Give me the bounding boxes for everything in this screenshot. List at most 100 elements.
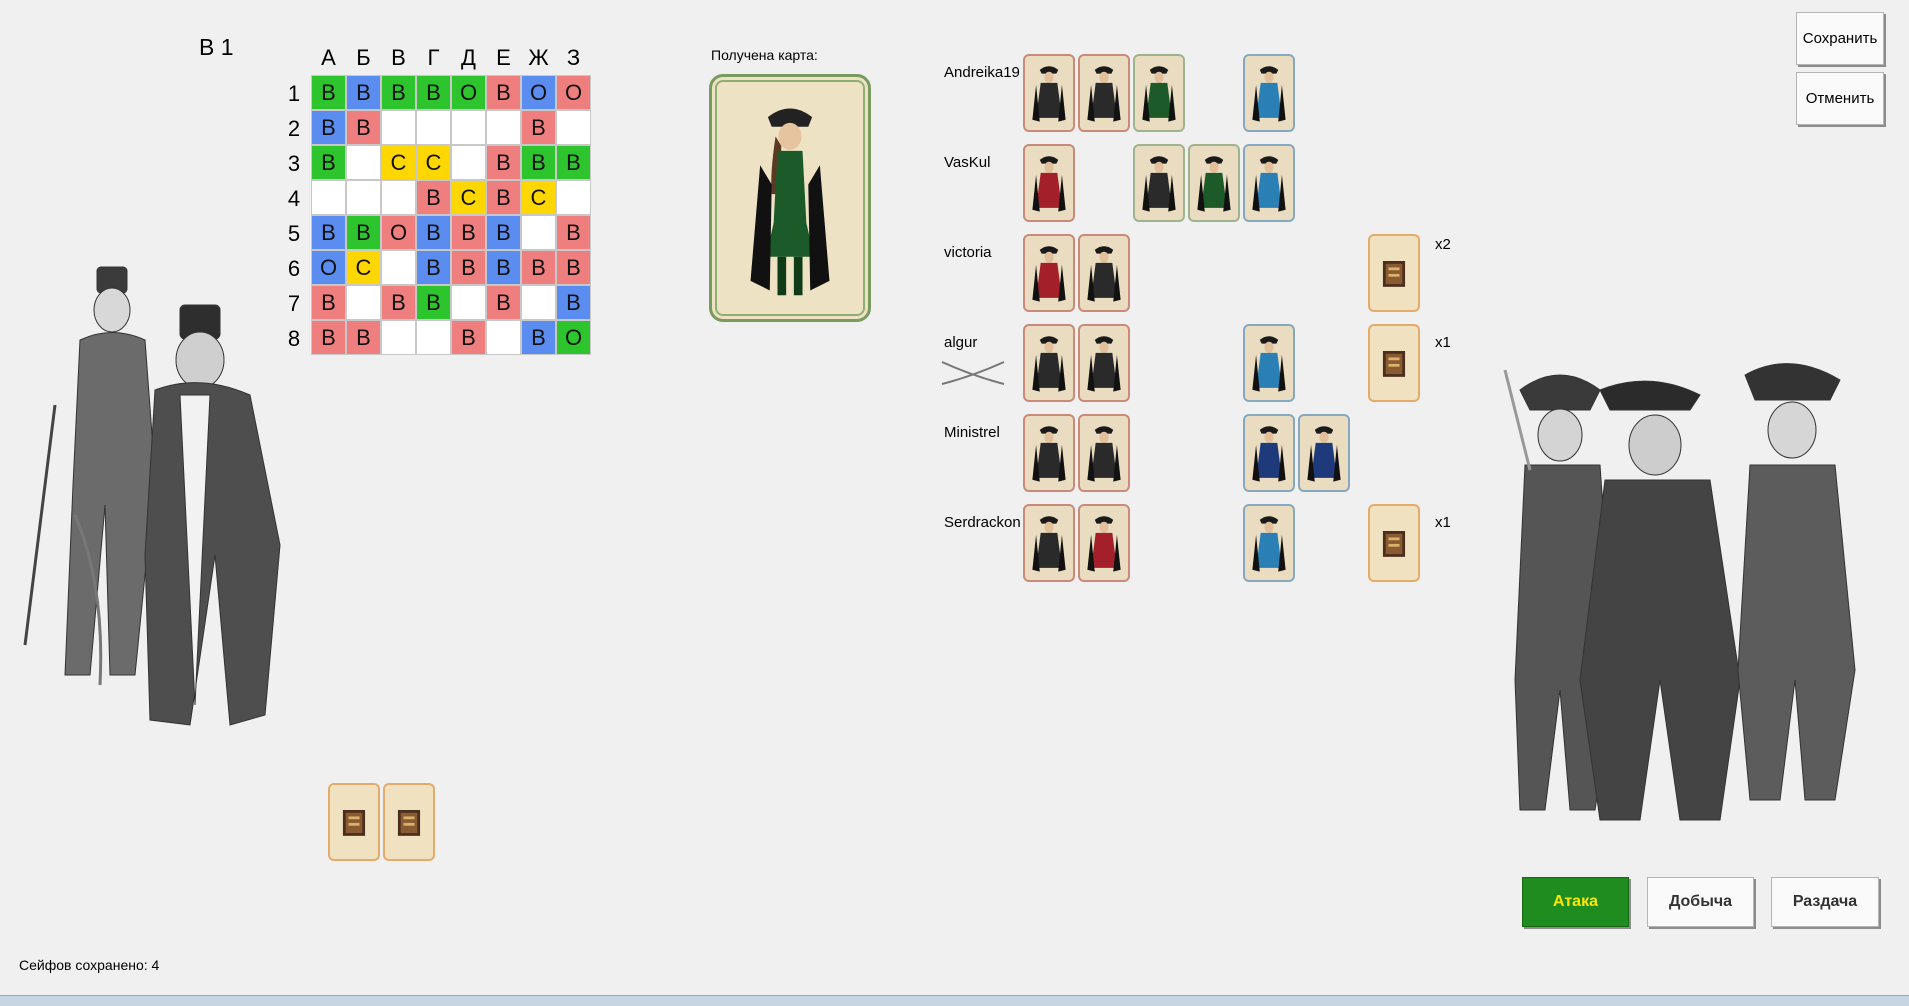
board-cell[interactable]: В: [311, 285, 346, 320]
board-cell[interactable]: [346, 180, 381, 215]
own-safe-card[interactable]: [328, 783, 380, 861]
board-cell[interactable]: С: [346, 250, 381, 285]
player-card[interactable]: [1243, 324, 1295, 402]
board-cell[interactable]: [451, 145, 486, 180]
board-cell[interactable]: В: [381, 75, 416, 110]
board-cell[interactable]: В: [451, 215, 486, 250]
deal-button[interactable]: Раздача: [1771, 877, 1879, 927]
player-card[interactable]: [1078, 504, 1130, 582]
attack-button[interactable]: Атака: [1522, 877, 1629, 927]
board-cell[interactable]: В: [311, 110, 346, 145]
player-safe-card[interactable]: [1368, 504, 1420, 582]
board-cell[interactable]: О: [381, 215, 416, 250]
board-cell[interactable]: В: [416, 215, 451, 250]
board-cell[interactable]: В: [486, 75, 521, 110]
pirate-card-icon: [1032, 336, 1066, 392]
board-cell[interactable]: В: [556, 145, 591, 180]
player-card[interactable]: [1023, 414, 1075, 492]
save-button[interactable]: Сохранить: [1796, 12, 1884, 65]
board-cell[interactable]: [486, 320, 521, 355]
player-card[interactable]: [1243, 144, 1295, 222]
board-cell[interactable]: В: [486, 215, 521, 250]
board-cell[interactable]: В: [451, 250, 486, 285]
player-card[interactable]: [1298, 414, 1350, 492]
board-cell[interactable]: В: [416, 75, 451, 110]
board-cell[interactable]: В: [416, 250, 451, 285]
board-cell[interactable]: В: [346, 215, 381, 250]
player-card[interactable]: [1023, 144, 1075, 222]
board-cell[interactable]: В: [311, 75, 346, 110]
board-cell[interactable]: [381, 250, 416, 285]
board-cell[interactable]: О: [451, 75, 486, 110]
player-safe-card[interactable]: [1368, 234, 1420, 312]
board-cell[interactable]: В: [486, 285, 521, 320]
player-card[interactable]: [1078, 234, 1130, 312]
board-cell[interactable]: [381, 180, 416, 215]
board-cell[interactable]: В: [346, 320, 381, 355]
player-card[interactable]: [1243, 414, 1295, 492]
board-cell[interactable]: В: [521, 250, 556, 285]
board-cell[interactable]: В: [521, 110, 556, 145]
board-cell[interactable]: О: [521, 75, 556, 110]
board-cell[interactable]: [311, 180, 346, 215]
player-card[interactable]: [1243, 504, 1295, 582]
board-cell[interactable]: В: [556, 215, 591, 250]
board-cell[interactable]: [556, 180, 591, 215]
player-card[interactable]: [1243, 54, 1295, 132]
board-cell[interactable]: [416, 320, 451, 355]
board-cell[interactable]: [451, 110, 486, 145]
player-safe-card[interactable]: [1368, 324, 1420, 402]
player-card[interactable]: [1023, 504, 1075, 582]
player-card[interactable]: [1078, 324, 1130, 402]
board-cell[interactable]: О: [556, 320, 591, 355]
board-cell[interactable]: В: [556, 285, 591, 320]
player-card[interactable]: [1078, 414, 1130, 492]
board-cell[interactable]: [381, 110, 416, 145]
taskbar: [0, 995, 1909, 1006]
board-cell[interactable]: О: [311, 250, 346, 285]
player-card[interactable]: [1133, 144, 1185, 222]
board-cell[interactable]: В: [486, 180, 521, 215]
board-cell[interactable]: В: [416, 285, 451, 320]
player-name: VasKul: [944, 154, 991, 171]
cancel-button[interactable]: Отменить: [1796, 72, 1884, 125]
board-column-header: Г: [427, 44, 440, 70]
board-cell[interactable]: О: [556, 75, 591, 110]
board-cell[interactable]: [346, 145, 381, 180]
board-cell[interactable]: [486, 110, 521, 145]
board-cell[interactable]: С: [521, 180, 556, 215]
board-cell[interactable]: В: [486, 145, 521, 180]
board-cell[interactable]: В: [311, 145, 346, 180]
player-card[interactable]: [1023, 324, 1075, 402]
player-card[interactable]: [1133, 54, 1185, 132]
board-cell[interactable]: В: [486, 250, 521, 285]
board-cell[interactable]: В: [346, 110, 381, 145]
own-safe-card[interactable]: [383, 783, 435, 861]
board-cell[interactable]: С: [416, 145, 451, 180]
loot-button[interactable]: Добыча: [1647, 877, 1754, 927]
board-cell[interactable]: [451, 285, 486, 320]
board-cell[interactable]: В: [311, 215, 346, 250]
board-cell[interactable]: В: [346, 75, 381, 110]
board-cell[interactable]: В: [521, 145, 556, 180]
player-card[interactable]: [1078, 54, 1130, 132]
player-card[interactable]: [1023, 234, 1075, 312]
board-cell[interactable]: [416, 110, 451, 145]
board-cell[interactable]: [381, 320, 416, 355]
board-cell[interactable]: В: [556, 250, 591, 285]
board-cell[interactable]: В: [311, 320, 346, 355]
player-card[interactable]: [1188, 144, 1240, 222]
safes-saved-status: Сейфов сохранено: 4: [19, 957, 160, 973]
safe-multiplier: x1: [1435, 514, 1451, 531]
board-cell[interactable]: В: [451, 320, 486, 355]
board-cell[interactable]: [521, 285, 556, 320]
board-cell[interactable]: С: [381, 145, 416, 180]
board-cell[interactable]: С: [451, 180, 486, 215]
board-cell[interactable]: [556, 110, 591, 145]
board-cell[interactable]: [521, 215, 556, 250]
board-cell[interactable]: В: [381, 285, 416, 320]
board-cell[interactable]: В: [416, 180, 451, 215]
board-cell[interactable]: В: [521, 320, 556, 355]
player-card[interactable]: [1023, 54, 1075, 132]
board-cell[interactable]: [346, 285, 381, 320]
